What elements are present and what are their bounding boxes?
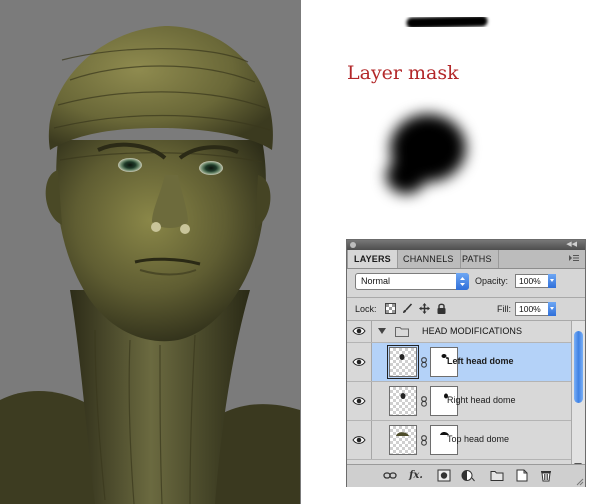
layer-thumbnail[interactable] — [389, 386, 417, 416]
opacity-value: 100% — [519, 276, 541, 286]
panel-collapse-icon[interactable]: ◀◀ — [566, 241, 577, 249]
link-layers-icon[interactable] — [383, 469, 397, 482]
lock-position-move-icon[interactable] — [419, 303, 430, 314]
visibility-cell[interactable] — [347, 421, 372, 459]
fx-icon[interactable]: fx. — [407, 469, 425, 482]
visibility-cell[interactable] — [347, 321, 372, 342]
fill-label: Fill: — [497, 304, 511, 314]
resize-grip-icon[interactable] — [576, 478, 584, 486]
lock-pixels-brush-icon[interactable] — [402, 303, 413, 314]
visibility-cell[interactable] — [347, 343, 372, 381]
panel-tabs: LAYERS CHANNELS PATHS — [347, 250, 585, 269]
visibility-cell[interactable] — [347, 382, 372, 420]
layer-name: Right head dome — [447, 395, 516, 405]
lock-row: Lock: Fill: 100% — [347, 297, 585, 321]
layer-name: Left head dome — [447, 356, 514, 366]
trash-icon[interactable] — [539, 469, 553, 482]
select-arrows-icon — [456, 273, 469, 290]
layer-name: Top head dome — [447, 434, 510, 444]
layer-thumbnail[interactable] — [389, 425, 417, 455]
layer-group-row[interactable]: HEAD MODIFICATIONS — [347, 321, 571, 343]
add-mask-icon[interactable] — [437, 469, 451, 482]
link-chain-icon[interactable] — [421, 435, 427, 446]
blend-mode-select[interactable]: Normal — [355, 273, 469, 290]
panel-close-icon[interactable] — [350, 242, 356, 248]
adjustment-layer-icon[interactable] — [461, 469, 475, 482]
tab-layers[interactable]: LAYERS — [347, 250, 398, 268]
layers-panel: ◀◀ LAYERS CHANNELS PATHS Normal Opacity:… — [346, 239, 586, 487]
eye-icon[interactable] — [352, 435, 366, 445]
alien-head-illustration — [0, 26, 300, 504]
layer-thumbnail[interactable] — [387, 345, 419, 379]
opacity-dropdown-icon[interactable] — [548, 274, 556, 288]
blend-options-row: Normal Opacity: 100% — [347, 269, 585, 295]
folder-icon — [395, 327, 409, 337]
layer-row-left-head-dome[interactable]: Left head dome — [347, 343, 571, 382]
lock-all-icon[interactable] — [436, 303, 447, 314]
opacity-label: Opacity: — [475, 276, 509, 286]
link-chain-icon[interactable] — [421, 357, 427, 368]
panel-footer: fx. — [347, 464, 585, 487]
tab-channels[interactable]: CHANNELS — [397, 250, 461, 268]
eye-icon[interactable] — [352, 326, 366, 336]
scrollbar-thumb[interactable] — [574, 331, 583, 403]
link-chain-icon[interactable] — [421, 396, 427, 407]
lock-label: Lock: — [355, 304, 377, 314]
head-render-image — [0, 0, 301, 504]
group-expand-arrow-icon[interactable] — [378, 328, 386, 334]
lock-transparency-icon[interactable] — [385, 303, 396, 314]
tab-paths[interactable]: PATHS — [456, 250, 499, 268]
blend-mode-value: Normal — [361, 276, 391, 286]
fill-value: 100% — [519, 304, 541, 314]
layer-mask-label: Layer mask — [347, 62, 459, 84]
layer-row-top-head-dome[interactable]: Top head dome — [347, 421, 571, 460]
opacity-input[interactable]: 100% — [515, 274, 556, 288]
fill-dropdown-icon[interactable] — [548, 302, 556, 316]
layers-list: HEAD MODIFICATIONS Left head dome Right … — [347, 321, 571, 471]
new-layer-icon[interactable] — [515, 469, 529, 482]
layers-scrollbar[interactable] — [571, 321, 585, 471]
new-group-icon[interactable] — [490, 469, 504, 482]
panel-menu-icon[interactable] — [569, 254, 579, 262]
eye-icon[interactable] — [352, 357, 366, 367]
fill-input[interactable]: 100% — [515, 302, 556, 316]
layer-row-right-head-dome[interactable]: Right head dome — [347, 382, 571, 421]
panel-title-bar[interactable]: ◀◀ — [347, 240, 585, 250]
eye-icon[interactable] — [352, 396, 366, 406]
group-name: HEAD MODIFICATIONS — [422, 326, 523, 336]
